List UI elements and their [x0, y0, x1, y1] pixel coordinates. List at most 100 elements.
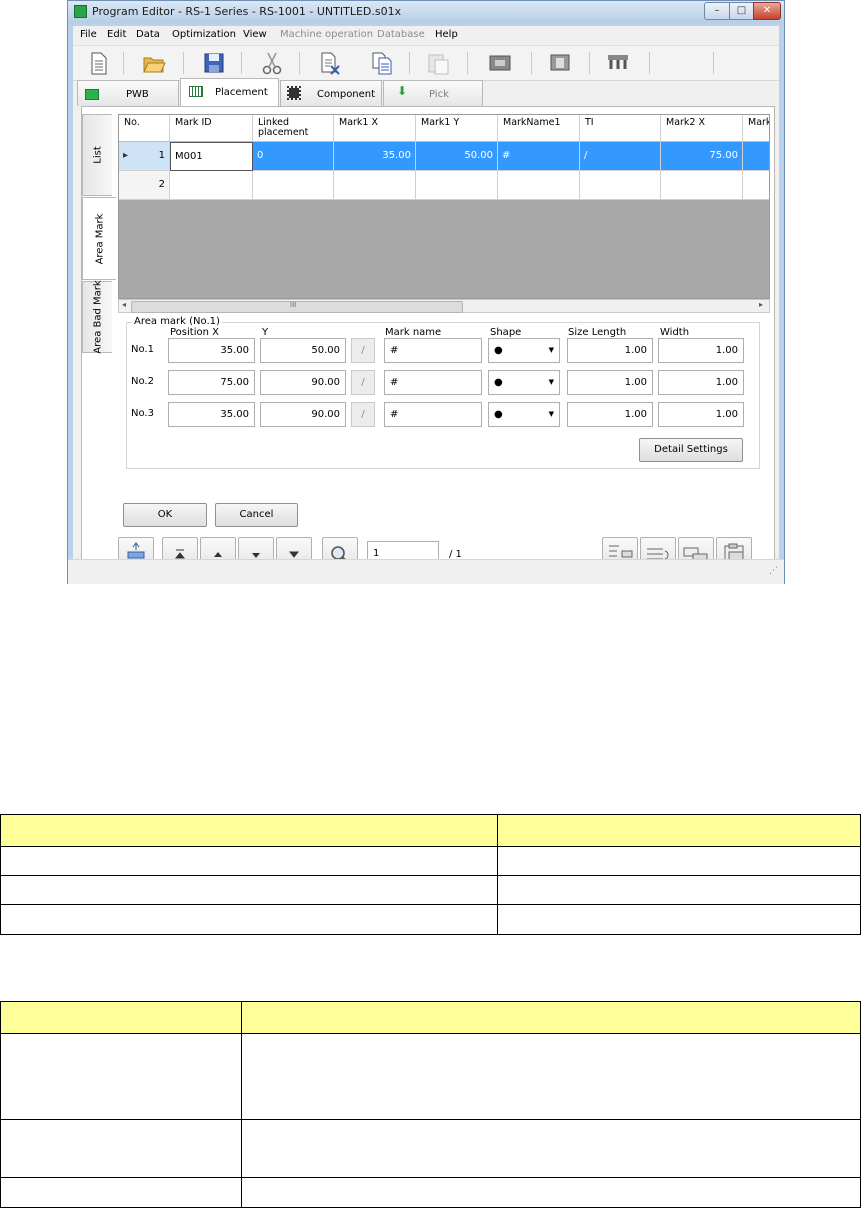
position-y-field[interactable]: 50.00 [260, 338, 346, 363]
mark-id-cell[interactable]: M001 [170, 142, 253, 171]
cut-icon[interactable] [259, 50, 285, 76]
mark1-x-cell[interactable]: 35.00 [334, 142, 416, 171]
mark2-cell[interactable] [743, 171, 769, 200]
markname1-cell[interactable] [498, 171, 580, 200]
mark1-x-cell[interactable] [334, 171, 416, 200]
size-length-field[interactable]: 1.00 [567, 402, 653, 427]
col-header-mark-id[interactable]: Mark ID [170, 115, 253, 142]
title-bar[interactable]: Program Editor - RS-1 Series - RS-1001 -… [68, 1, 784, 23]
close-button[interactable]: ✕ [753, 2, 781, 20]
position-x-field[interactable]: 35.00 [168, 338, 255, 363]
new-file-icon[interactable] [85, 50, 111, 76]
maximize-button[interactable]: □ [729, 2, 754, 20]
tab-pwb[interactable]: PWB [77, 80, 179, 106]
position-y-field[interactable]: 90.00 [260, 370, 346, 395]
menu-optimization[interactable]: Optimization [172, 29, 236, 40]
mark-id-cell[interactable] [170, 171, 253, 200]
mark-name-field[interactable]: # [384, 338, 482, 363]
tab-component[interactable]: Component [280, 80, 382, 106]
cancel-button[interactable]: Cancel [215, 503, 298, 527]
linked-placement-cell[interactable] [253, 171, 334, 200]
copy-icon[interactable] [369, 50, 395, 76]
width-field[interactable]: 1.00 [658, 402, 744, 427]
mark1-y-cell[interactable] [416, 171, 498, 200]
position-x-field[interactable]: 35.00 [168, 402, 255, 427]
menu-view[interactable]: View [243, 29, 267, 40]
menu-database[interactable]: Database [377, 29, 425, 40]
delete-icon[interactable] [317, 50, 343, 76]
menu-data[interactable]: Data [136, 29, 160, 40]
detail-settings-button[interactable]: Detail Settings [639, 438, 743, 462]
toolbar-separator [123, 52, 124, 74]
mark2-x-cell[interactable]: 75.00 [661, 142, 743, 171]
shape-select[interactable]: ● ▼ [488, 370, 560, 395]
size-length-field[interactable]: 1.00 [567, 370, 653, 395]
resize-grip-icon[interactable]: ⋰ [769, 566, 778, 576]
ti-toggle-button[interactable]: / [351, 402, 375, 427]
row-number-cell[interactable]: ▸ 1 [119, 142, 170, 171]
ok-button[interactable]: OK [123, 503, 207, 527]
shape-select[interactable]: ● ▼ [488, 402, 560, 427]
toolbar-separator [649, 52, 650, 74]
save-icon[interactable] [201, 50, 227, 76]
nozzle-icon[interactable] [547, 50, 573, 76]
table-header-cell [0, 814, 498, 847]
table-cell [0, 846, 498, 876]
mark-name-field[interactable]: # [384, 402, 482, 427]
mark2-cell[interactable] [743, 142, 769, 171]
col-header-linked-placement[interactable]: Linked placement [253, 115, 334, 142]
tab-pick[interactable]: ⬇ Pick [383, 80, 483, 106]
row-indicator-icon: ▸ [123, 150, 129, 161]
toolbar-separator [409, 52, 410, 74]
program-editor-window: Program Editor - RS-1 Series - RS-1001 -… [67, 0, 785, 584]
col-header-mark1-y[interactable]: Mark1 Y [416, 115, 498, 142]
width-field[interactable]: 1.00 [658, 338, 744, 363]
tab-placement[interactable]: Placement [180, 78, 279, 107]
row-number-cell[interactable]: 2 [119, 171, 170, 200]
head-icon[interactable] [605, 50, 631, 76]
table-header-cell [241, 1001, 861, 1034]
ti-cell[interactable]: / [580, 142, 661, 171]
size-length-field[interactable]: 1.00 [567, 338, 653, 363]
mark-name-field[interactable]: # [384, 370, 482, 395]
scroll-thumb[interactable]: III [131, 301, 463, 313]
shape-select[interactable]: ● ▼ [488, 338, 560, 363]
ti-toggle-button[interactable]: / [351, 370, 375, 395]
grid-horizontal-scrollbar[interactable]: ◂ III ▸ [118, 299, 770, 313]
area-row-label: No.3 [131, 408, 154, 419]
window-title: Program Editor - RS-1 Series - RS-1001 -… [92, 5, 402, 18]
width-field[interactable]: 1.00 [658, 370, 744, 395]
col-header-markname1[interactable]: MarkName1 [498, 115, 580, 142]
area-mark-grid[interactable]: No. Mark ID Linked placement Mark1 X Mar… [118, 114, 770, 299]
position-y-field[interactable]: 90.00 [260, 402, 346, 427]
menu-help[interactable]: Help [435, 29, 458, 40]
linked-placement-cell[interactable]: 0 [253, 142, 334, 171]
feeder-icon[interactable] [487, 50, 513, 76]
scroll-left-icon[interactable]: ◂ [122, 300, 126, 309]
col-header-mark1-x[interactable]: Mark1 X [334, 115, 416, 142]
open-folder-icon[interactable] [141, 50, 167, 76]
position-x-field[interactable]: 75.00 [168, 370, 255, 395]
col-header-no[interactable]: No. [119, 115, 170, 142]
menu-machine-operation[interactable]: Machine operation [280, 29, 373, 40]
side-tab-area-bad-mark[interactable]: Area Bad Mark [82, 280, 112, 354]
component-icon [287, 86, 301, 100]
scroll-right-icon[interactable]: ▸ [759, 300, 763, 309]
header-mark-name: Mark name [385, 327, 442, 338]
col-header-mark2[interactable]: Mark2 [743, 115, 769, 142]
table-cell [0, 875, 498, 905]
table-cell [0, 1119, 242, 1178]
menu-file[interactable]: File [80, 29, 97, 40]
ti-toggle-button[interactable]: / [351, 338, 375, 363]
mark2-x-cell[interactable] [661, 171, 743, 200]
markname1-cell[interactable]: # [498, 142, 580, 171]
col-header-ti[interactable]: TI [580, 115, 661, 142]
menu-edit[interactable]: Edit [107, 29, 126, 40]
ti-cell[interactable] [580, 171, 661, 200]
col-header-mark2-x[interactable]: Mark2 X [661, 115, 743, 142]
side-tab-list[interactable]: List [82, 114, 112, 196]
paste-icon[interactable] [425, 50, 451, 76]
minimize-button[interactable]: – [704, 2, 730, 20]
side-tab-area-mark[interactable]: Area Mark [82, 197, 116, 280]
mark1-y-cell[interactable]: 50.00 [416, 142, 498, 171]
